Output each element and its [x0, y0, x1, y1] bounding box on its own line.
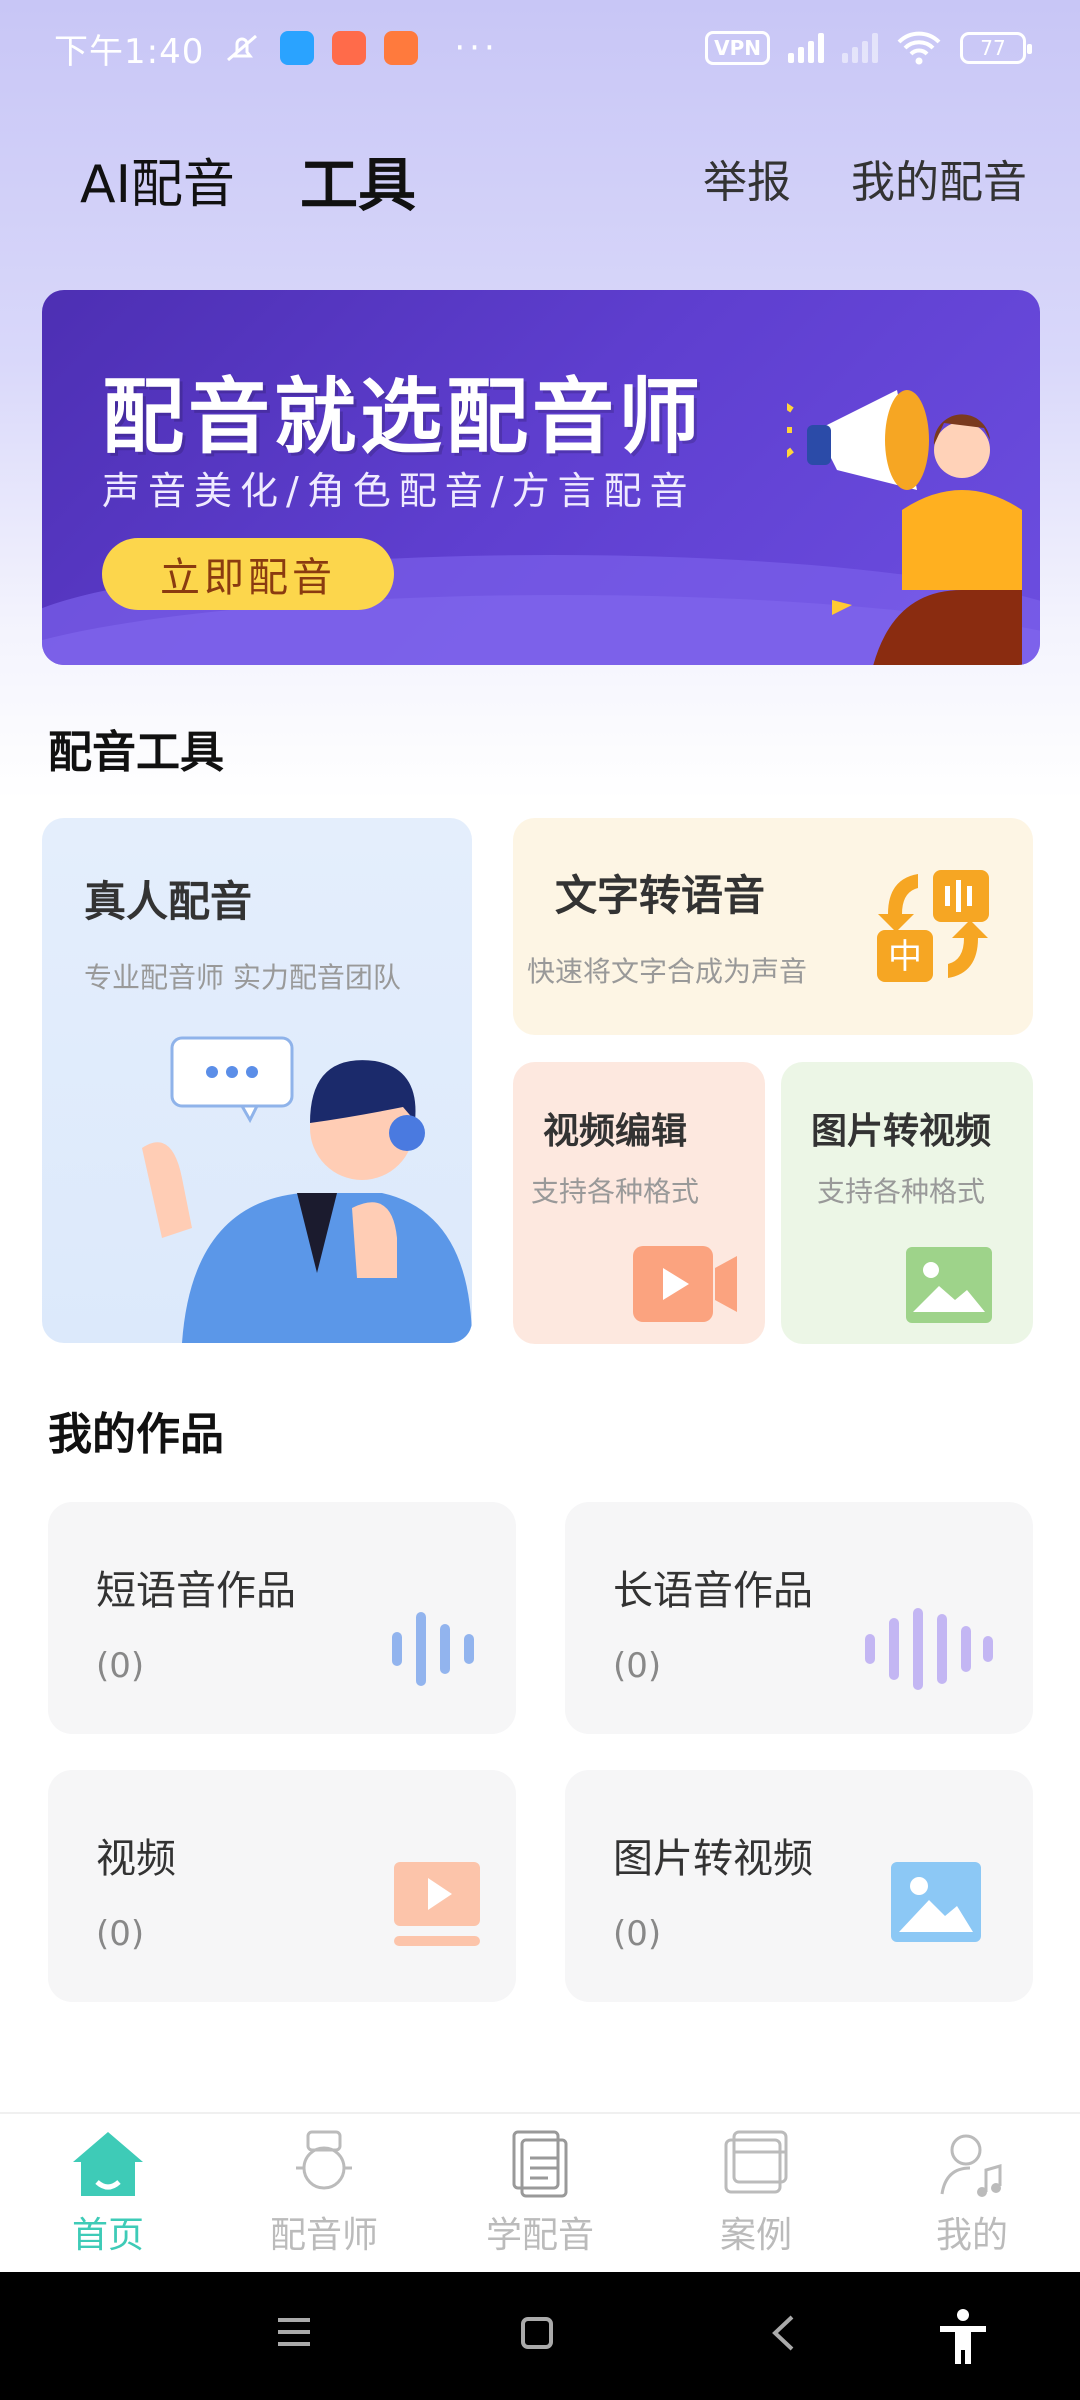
short-voice-works-card[interactable]: 短语音作品 (0) [48, 1502, 516, 1734]
work-title: 长语音作品 [613, 1568, 813, 1614]
voice-actor-icon [296, 2130, 352, 2190]
home-icon [73, 2132, 143, 2196]
card-title: 图片转视频 [811, 1111, 992, 1152]
nav-label: 我的 [935, 2215, 1008, 2256]
video-edit-card[interactable]: 视频编辑 支持各种格式 [513, 1062, 765, 1344]
more-notifications-icon: ··· [454, 28, 499, 68]
card-title: 真人配音 [84, 877, 253, 926]
nav-learn-dubbing[interactable]: 学配音 [432, 2114, 648, 2272]
card-title: 文字转语音 [555, 871, 766, 920]
work-count: (0) [613, 1646, 662, 1686]
accessibility-icon[interactable] [936, 2308, 990, 2366]
long-voice-works-card[interactable]: 长语音作品 (0) [565, 1502, 1033, 1734]
tab-ai-dubbing[interactable]: AI配音 [80, 142, 235, 217]
nav-home[interactable]: 首页 [0, 2114, 216, 2272]
work-title: 短语音作品 [96, 1568, 296, 1614]
work-title: 视频 [96, 1836, 176, 1882]
work-count: (0) [96, 1646, 145, 1686]
video-play-icon [394, 1862, 480, 1946]
text-to-speech-icon: 中 [877, 870, 989, 982]
menu-icon[interactable] [276, 2316, 312, 2348]
system-navigation-bar [0, 2272, 1080, 2400]
card-desc: 支持各种格式 [531, 1175, 700, 1208]
tab-tools[interactable]: 工具 [300, 138, 416, 222]
long-audio-wave-icon [865, 1608, 993, 1690]
nav-mine[interactable]: 我的 [864, 2114, 1080, 2272]
battery-icon: 77 [960, 32, 1032, 64]
top-header: AI配音 工具 举报 我的配音 [0, 130, 1080, 220]
status-time: 下午1:40 [54, 31, 205, 72]
app-notification-icon [280, 31, 315, 65]
status-bar: 下午1:40 ··· VPN 77 [0, 0, 1080, 96]
picture-icon [891, 1862, 981, 1942]
voice-actor-illustration [142, 1036, 472, 1343]
text-to-speech-card[interactable]: 文字转语音 快速将文字合成为声音 中 [513, 818, 1033, 1035]
banner-subtitle: 声音美化/角色配音/方言配音 [102, 469, 696, 513]
status-notification-icons: ··· [222, 28, 498, 68]
profile-icon [940, 2134, 1002, 2197]
promo-banner[interactable]: 配音就选配音师 声音美化/角色配音/方言配音 立即配音 [42, 290, 1040, 665]
tools-section-title: 配音工具 [48, 727, 224, 778]
my-dubbing-link[interactable]: 我的配音 [851, 146, 1027, 210]
work-title: 图片转视频 [613, 1836, 813, 1882]
signal-icon [788, 33, 824, 63]
vpn-icon: VPN [705, 31, 770, 65]
svg-text:中: 中 [888, 937, 922, 977]
report-link[interactable]: 举报 [703, 146, 791, 210]
cases-icon [724, 2130, 788, 2194]
nav-label: 案例 [719, 2215, 792, 2256]
nav-label: 学配音 [485, 2215, 594, 2256]
back-icon[interactable] [770, 2314, 796, 2352]
signal-2-icon [842, 33, 878, 63]
nav-label: 配音师 [269, 2215, 378, 2256]
video-camera-icon [633, 1246, 737, 1322]
card-title: 视频编辑 [543, 1111, 688, 1152]
card-desc: 快速将文字合成为声音 [527, 955, 808, 988]
mute-icon [227, 34, 258, 62]
bottom-navigation: 首页 配音师 学配音 案例 我的 [0, 2112, 1080, 2272]
image-to-video-works-card[interactable]: 图片转视频 (0) [565, 1770, 1033, 2002]
card-desc: 专业配音师 实力配音团队 [84, 961, 401, 994]
real-person-dubbing-card[interactable]: 真人配音 专业配音师 实力配音团队 [42, 818, 472, 1343]
nav-voice-actors[interactable]: 配音师 [216, 2114, 432, 2272]
work-count: (0) [96, 1914, 145, 1954]
short-audio-wave-icon [392, 1612, 474, 1686]
nav-label: 首页 [71, 2215, 144, 2256]
image-icon [906, 1247, 992, 1323]
nav-cases[interactable]: 案例 [648, 2114, 864, 2272]
wifi-icon [897, 31, 941, 65]
app-notification-icon [384, 31, 419, 65]
book-icon [512, 2130, 568, 2198]
battery-level: 77 [980, 36, 1006, 60]
character-illustration [832, 414, 1022, 665]
image-to-video-card[interactable]: 图片转视频 支持各种格式 [781, 1062, 1033, 1344]
works-section-title: 我的作品 [48, 1409, 224, 1460]
video-works-card[interactable]: 视频 (0) [48, 1770, 516, 2002]
home-button-icon[interactable] [520, 2316, 554, 2350]
work-count: (0) [613, 1914, 662, 1954]
start-dubbing-button[interactable]: 立即配音 [102, 538, 394, 610]
card-desc: 支持各种格式 [817, 1175, 986, 1208]
app-notification-icon [332, 31, 367, 65]
